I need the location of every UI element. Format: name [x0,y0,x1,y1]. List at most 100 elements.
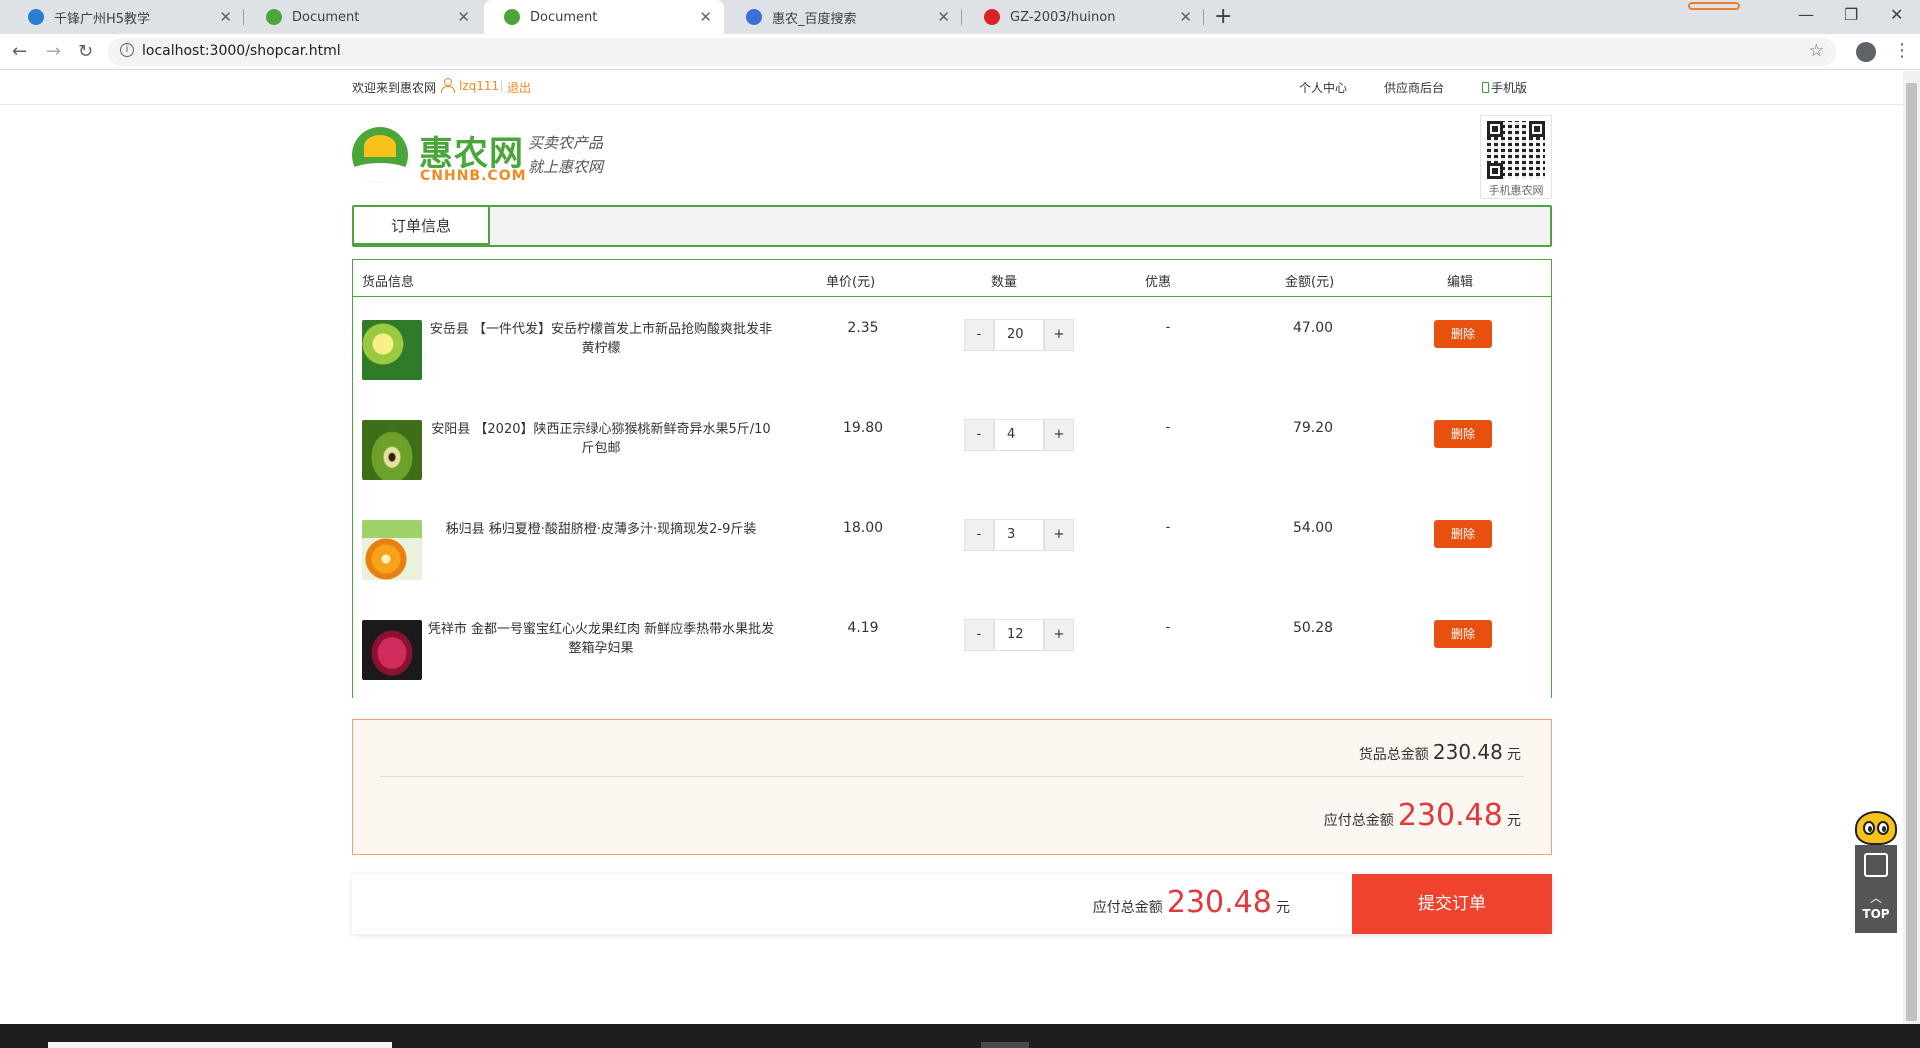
delete-button[interactable]: 删除 [1434,420,1492,448]
line-amount: 79.20 [1292,420,1334,436]
cart-table: 货品信息 单价(元) 数量 优惠 金额(元) 编辑 安岳县 【一件代发】安岳柠檬… [352,259,1552,698]
welcome-text: 欢迎来到惠农网 [352,81,437,95]
goods-total-value: 230.48 [1432,740,1503,764]
increase-button[interactable]: + [1044,419,1074,451]
product-name[interactable]: 凭祥市 金都一号蜜宝红心火龙果红肉 新鲜应季热带水果批发整箱孕妇果 [425,620,777,658]
user-center-link[interactable]: 个人中心 [1299,79,1347,96]
logo-domain: CNHNB.COM [420,168,527,184]
line-amount: 50.28 [1292,620,1334,636]
decrease-button[interactable]: - [964,519,994,551]
tab-title: 千锋广州H5教学 [54,11,151,27]
discount-value: - [1165,520,1171,535]
username-link[interactable]: lzq111 [459,79,499,93]
product-image[interactable] [362,420,422,480]
quantity-input[interactable]: 12 [994,619,1044,651]
qr-scan-icon[interactable] [1864,853,1888,877]
tab-order-info[interactable]: 订单信息 [354,207,490,245]
tab-close-icon[interactable]: ✕ [699,8,712,26]
decrease-button[interactable]: - [964,619,994,651]
increase-button[interactable]: + [1044,519,1074,551]
minimize-icon[interactable]: — [1798,5,1814,24]
quantity-input[interactable]: 4 [994,419,1044,451]
logo-slogan: 买卖农产品 就上惠农网 [528,131,603,179]
tab-close-icon[interactable]: ✕ [937,8,950,26]
back-arrow-icon[interactable]: ← [12,41,27,62]
mascot-icon[interactable] [1855,811,1897,845]
tab-close-icon[interactable]: ✕ [457,8,470,26]
page-scrollbar[interactable] [1903,71,1920,1024]
qr-label: 手机惠农网 [1488,184,1544,197]
checkout-total-value: 230.48 [1166,885,1272,920]
restore-icon[interactable]: ❐ [1844,5,1858,24]
decrease-button[interactable]: - [964,419,994,451]
taskbar-search[interactable] [48,1042,392,1048]
reload-icon[interactable]: ↻ [78,41,93,62]
goods-total-label: 货品总金额 [1358,747,1429,763]
site-info-icon[interactable]: i [120,43,134,57]
cart-table-header: 货品信息 单价(元) 数量 优惠 金额(元) 编辑 [353,260,1551,297]
browser-tab-bar: 千锋广州H5教学 ✕ Document ✕ Document ✕ 惠农_百度搜索… [0,0,1920,34]
delete-button[interactable]: 删除 [1434,320,1492,348]
decrease-button[interactable]: - [964,319,994,351]
cart-row: 凭祥市 金都一号蜜宝红心火龙果红肉 新鲜应季热带水果批发整箱孕妇果 4.19 -… [353,598,1551,698]
logo-emblem-icon[interactable] [352,127,408,183]
product-name[interactable]: 安阳县 【2020】陕西正宗绿心猕猴桃新鲜奇异水果5斤/10斤包邮 [425,420,777,458]
tab-title: Document [530,9,598,25]
checkout-total: 应付总金额 230.48 元 [1093,885,1290,920]
product-name[interactable]: 秭归县 秭归夏橙·酸甜脐橙·皮薄多汁·现摘现发2-9斤装 [425,520,777,539]
page-viewport: 欢迎来到惠农网 lzq111 退出 个人中心 供应商后台 手机版 惠农网 CNH… [0,71,1903,1024]
user-icon [441,78,455,93]
cart-row: 安岳县 【一件代发】安岳柠檬首发上市新品抢购酸爽批发非黄柠檬 2.35 - 20… [353,298,1551,398]
back-to-top-button[interactable]: TOP [1855,907,1897,921]
slogan-line: 就上惠农网 [528,158,604,176]
header-unit-price: 单价(元) [826,275,876,290]
tab-title: GZ-2003/huinon [1010,9,1116,25]
supplier-backend-link[interactable]: 供应商后台 [1384,79,1444,96]
tab-close-icon[interactable]: ✕ [1179,8,1192,26]
product-name[interactable]: 安岳县 【一件代发】安岳柠檬首发上市新品抢购酸爽批发非黄柠檬 [425,320,777,358]
forward-arrow-icon[interactable]: → [46,41,61,62]
scrollbar-thumb[interactable] [1906,83,1917,1021]
unit-price: 2.35 [847,320,879,336]
delete-button[interactable]: 删除 [1434,520,1492,548]
product-image[interactable] [362,520,422,580]
browser-tab[interactable]: Document ✕ [246,0,482,34]
browser-tab[interactable]: 惠农_百度搜索 ✕ [726,0,962,34]
new-tab-plus-icon[interactable]: + [1214,4,1232,29]
quantity-stepper: - 12 + [964,619,1074,651]
increase-button[interactable]: + [1044,319,1074,351]
window-close-icon[interactable]: ✕ [1890,5,1903,24]
checkout-bar: 应付总金额 230.48 元 提交订单 [352,874,1552,934]
profile-avatar-icon[interactable] [1856,42,1876,62]
discount-value: - [1165,320,1171,335]
quantity-input[interactable]: 20 [994,319,1044,351]
tab-favicon-icon [504,9,520,25]
float-panel: ︿ TOP [1855,845,1897,933]
browser-tab[interactable]: GZ-2003/huinon ✕ [964,0,1204,34]
profile-indicator-icon [1688,2,1740,10]
chevron-up-icon[interactable]: ︿ [1855,889,1897,906]
product-image[interactable] [362,320,422,380]
tab-favicon-icon [746,9,762,25]
increase-button[interactable]: + [1044,619,1074,651]
header-edit: 编辑 [1447,275,1474,290]
browser-menu-icon[interactable]: ⋮ [1893,40,1911,61]
discount-value: - [1165,620,1171,635]
browser-tab[interactable]: 千锋广州H5教学 ✕ [8,0,244,34]
quantity-input[interactable]: 3 [994,519,1044,551]
tab-close-icon[interactable]: ✕ [219,8,232,26]
delete-button[interactable]: 删除 [1434,620,1492,648]
address-bar[interactable]: i localhost:3000/shopcar.html ☆ [108,38,1836,66]
browser-tab-active[interactable]: Document ✕ [484,0,724,34]
unit-price: 19.80 [842,420,884,436]
product-image[interactable] [362,620,422,680]
payable-total-row: 应付总金额 230.48 元 [1324,798,1521,833]
currency-unit: 元 [1276,900,1290,916]
taskbar-item[interactable] [981,1042,1029,1048]
bookmark-star-icon[interactable]: ☆ [1809,41,1824,61]
payable-total-label: 应付总金额 [1323,813,1394,829]
tab-title: 惠农_百度搜索 [772,11,857,27]
submit-order-button[interactable]: 提交订单 [1352,874,1552,934]
mobile-version-link[interactable]: 手机版 [1482,79,1527,96]
logout-link[interactable]: 退出 [507,79,531,96]
